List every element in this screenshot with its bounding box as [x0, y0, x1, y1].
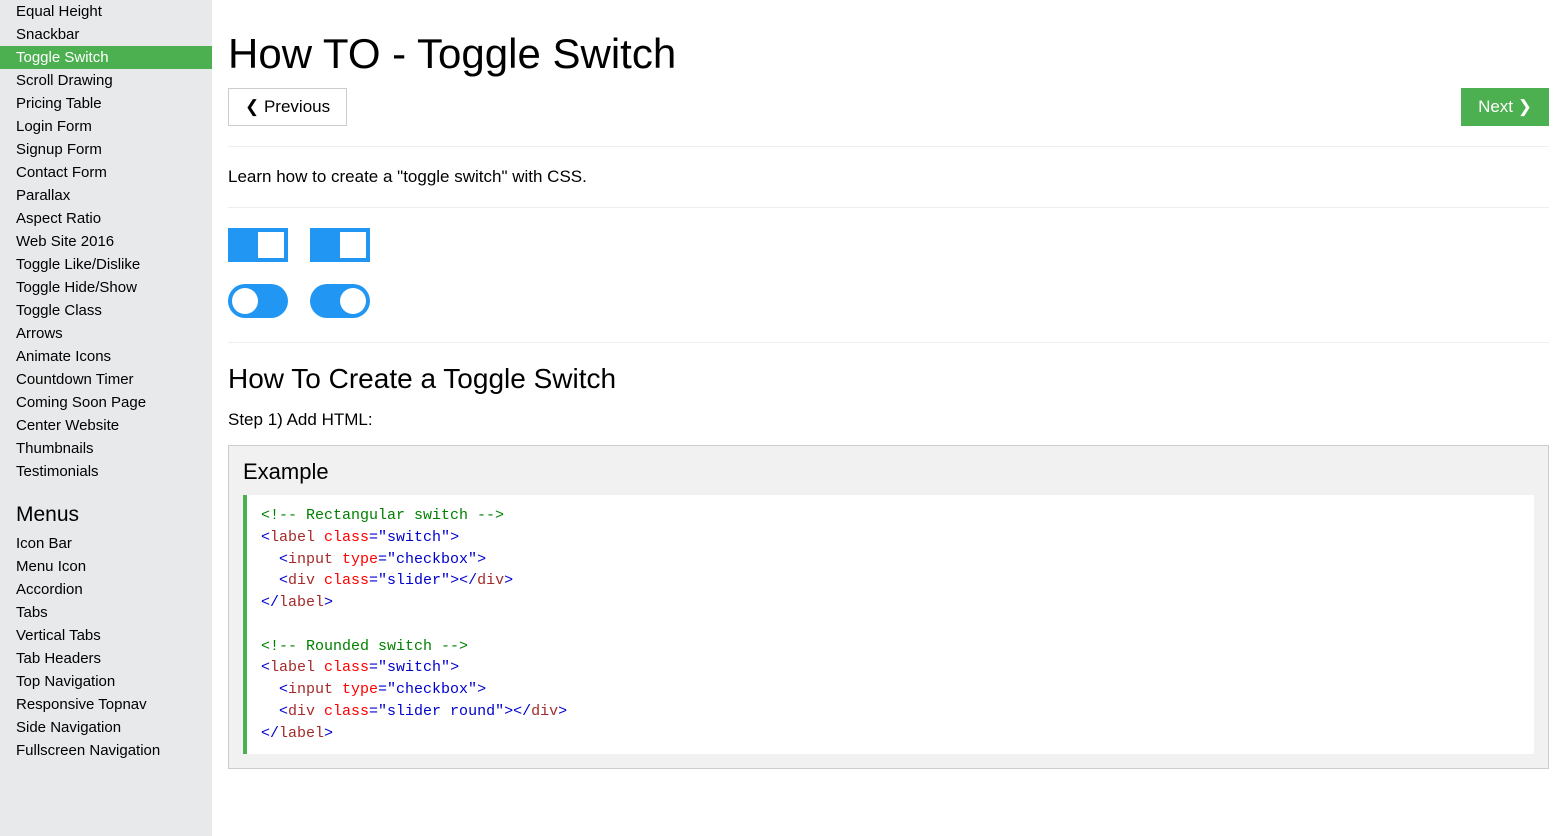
divider: [228, 342, 1549, 343]
sidebar-item[interactable]: Fullscreen Navigation: [0, 739, 212, 762]
example-label: Example: [243, 459, 1534, 485]
section-title: How To Create a Toggle Switch: [228, 363, 1549, 395]
intro-text: Learn how to create a "toggle switch" wi…: [228, 167, 1549, 187]
sidebar-item[interactable]: Side Navigation: [0, 716, 212, 739]
sidebar-item[interactable]: Menu Icon: [0, 555, 212, 578]
sidebar-item[interactable]: Vertical Tabs: [0, 624, 212, 647]
sidebar-heading-menus: Menus: [0, 483, 212, 532]
sidebar-item[interactable]: Web Site 2016: [0, 230, 212, 253]
sidebar-item[interactable]: Scroll Drawing: [0, 69, 212, 92]
example-box: Example <!-- Rectangular switch --> <lab…: [228, 445, 1549, 769]
sidebar-item[interactable]: Pricing Table: [0, 92, 212, 115]
toggle-switch-square[interactable]: [310, 228, 370, 262]
main-content: How TO - Toggle Switch ❮ Previous Next ❯…: [212, 0, 1565, 836]
sidebar-item[interactable]: Thumbnails: [0, 437, 212, 460]
next-button[interactable]: Next ❯: [1461, 88, 1549, 126]
previous-button[interactable]: ❮ Previous: [228, 88, 347, 126]
sidebar-item[interactable]: Center Website: [0, 414, 212, 437]
sidebar-item[interactable]: Snackbar: [0, 23, 212, 46]
round-switch-row: [228, 284, 1549, 322]
toggle-switch-square[interactable]: [228, 228, 288, 262]
sidebar-item[interactable]: Toggle Hide/Show: [0, 276, 212, 299]
sidebar-item[interactable]: Tab Headers: [0, 647, 212, 670]
sidebar-item[interactable]: Icon Bar: [0, 532, 212, 555]
sidebar-item[interactable]: Coming Soon Page: [0, 391, 212, 414]
sidebar-item[interactable]: Signup Form: [0, 138, 212, 161]
sidebar-item[interactable]: Toggle Like/Dislike: [0, 253, 212, 276]
code-block: <!-- Rectangular switch --> <label class…: [243, 495, 1534, 754]
divider: [228, 207, 1549, 208]
sidebar-item[interactable]: Tabs: [0, 601, 212, 624]
toggle-switch-round[interactable]: [310, 284, 370, 318]
page-title: How TO - Toggle Switch: [228, 30, 1549, 78]
sidebar-item[interactable]: Equal Height: [0, 0, 212, 23]
sidebar-item[interactable]: Testimonials: [0, 460, 212, 483]
sidebar-item[interactable]: Toggle Switch: [0, 46, 212, 69]
sidebar-item[interactable]: Login Form: [0, 115, 212, 138]
divider: [228, 146, 1549, 147]
sidebar: Equal HeightSnackbarToggle SwitchScroll …: [0, 0, 212, 836]
sidebar-item[interactable]: Parallax: [0, 184, 212, 207]
sidebar-item[interactable]: Contact Form: [0, 161, 212, 184]
toggle-switch-round[interactable]: [228, 284, 288, 318]
sidebar-item[interactable]: Toggle Class: [0, 299, 212, 322]
sidebar-item[interactable]: Accordion: [0, 578, 212, 601]
sidebar-item[interactable]: Countdown Timer: [0, 368, 212, 391]
sidebar-item[interactable]: Responsive Topnav: [0, 693, 212, 716]
sidebar-item[interactable]: Aspect Ratio: [0, 207, 212, 230]
sidebar-item[interactable]: Animate Icons: [0, 345, 212, 368]
sidebar-item[interactable]: Arrows: [0, 322, 212, 345]
step-text: Step 1) Add HTML:: [228, 410, 1549, 430]
sidebar-item[interactable]: Top Navigation: [0, 670, 212, 693]
square-switch-row: [228, 228, 1549, 266]
